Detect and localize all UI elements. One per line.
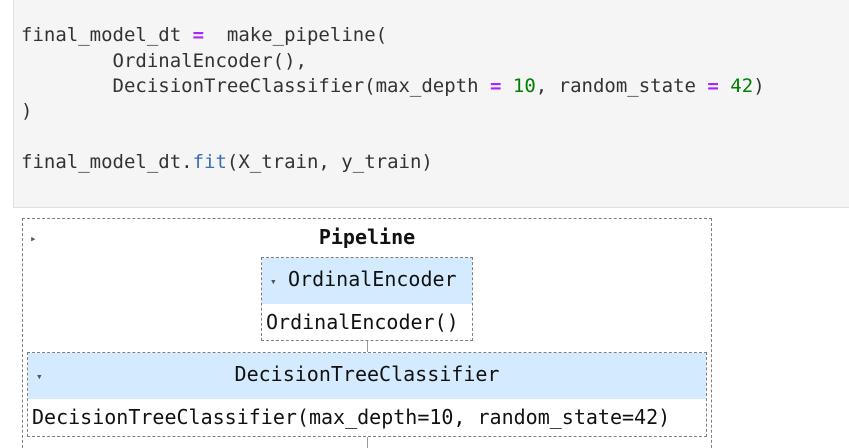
- estimator-repr: DecisionTreeClassifier(max_depth=10, ran…: [32, 405, 671, 429]
- code-operator: =: [192, 24, 205, 46]
- code-line-2: OrdinalEncoder(),: [21, 49, 307, 73]
- code-method: fit: [192, 151, 227, 173]
- code-cell-input[interactable]: final_model_dt = make_pipeline( OrdinalE…: [13, 0, 849, 208]
- estimator-name: OrdinalEncoder: [288, 267, 457, 291]
- notebook-view: final_model_dt = make_pipeline( OrdinalE…: [0, 0, 849, 448]
- pipeline-diagram: ▸ Pipeline ▾ OrdinalEncoder OrdinalEncod…: [22, 218, 712, 448]
- code-line-4: ): [21, 99, 32, 123]
- pipeline-connector: [367, 437, 368, 448]
- code-line-3: DecisionTreeClassifier(max_depth = 10, r…: [21, 74, 765, 98]
- code-operator: =: [490, 75, 502, 97]
- estimator-name: DecisionTreeClassifier: [234, 362, 500, 386]
- estimator-header[interactable]: ▾ DecisionTreeClassifier: [28, 353, 706, 399]
- code-token: (X_train, y_train): [226, 151, 433, 173]
- code-line-5: final_model_dt.fit(X_train, y_train): [21, 150, 433, 174]
- code-token: DecisionTreeClassifier(max_depth: [21, 75, 490, 97]
- code-number: 42: [730, 75, 754, 97]
- collapse-toggle-icon[interactable]: ▾: [270, 275, 277, 288]
- code-token: final_model_dt.: [21, 151, 193, 173]
- code-token: make_pipeline(: [204, 24, 388, 46]
- code-token: ): [21, 100, 33, 122]
- estimator-header[interactable]: ▾ OrdinalEncoder: [262, 258, 472, 304]
- estimator-decision-tree-classifier: ▾ DecisionTreeClassifier DecisionTreeCla…: [27, 352, 707, 437]
- estimator-ordinal-encoder: ▾ OrdinalEncoder OrdinalEncoder(): [261, 257, 473, 341]
- code-line-1: final_model_dt = make_pipeline(: [21, 23, 387, 47]
- pipeline-connector: [367, 341, 368, 352]
- code-operator: =: [707, 75, 719, 97]
- code-number: 10: [512, 75, 536, 97]
- pipeline-title[interactable]: Pipeline: [23, 225, 711, 249]
- code-token: OrdinalEncoder(),: [21, 50, 307, 72]
- code-token: ): [753, 75, 765, 97]
- estimator-repr: OrdinalEncoder(): [266, 310, 459, 334]
- code-token: , random_state: [535, 75, 708, 97]
- code-token: final_model_dt: [21, 24, 193, 46]
